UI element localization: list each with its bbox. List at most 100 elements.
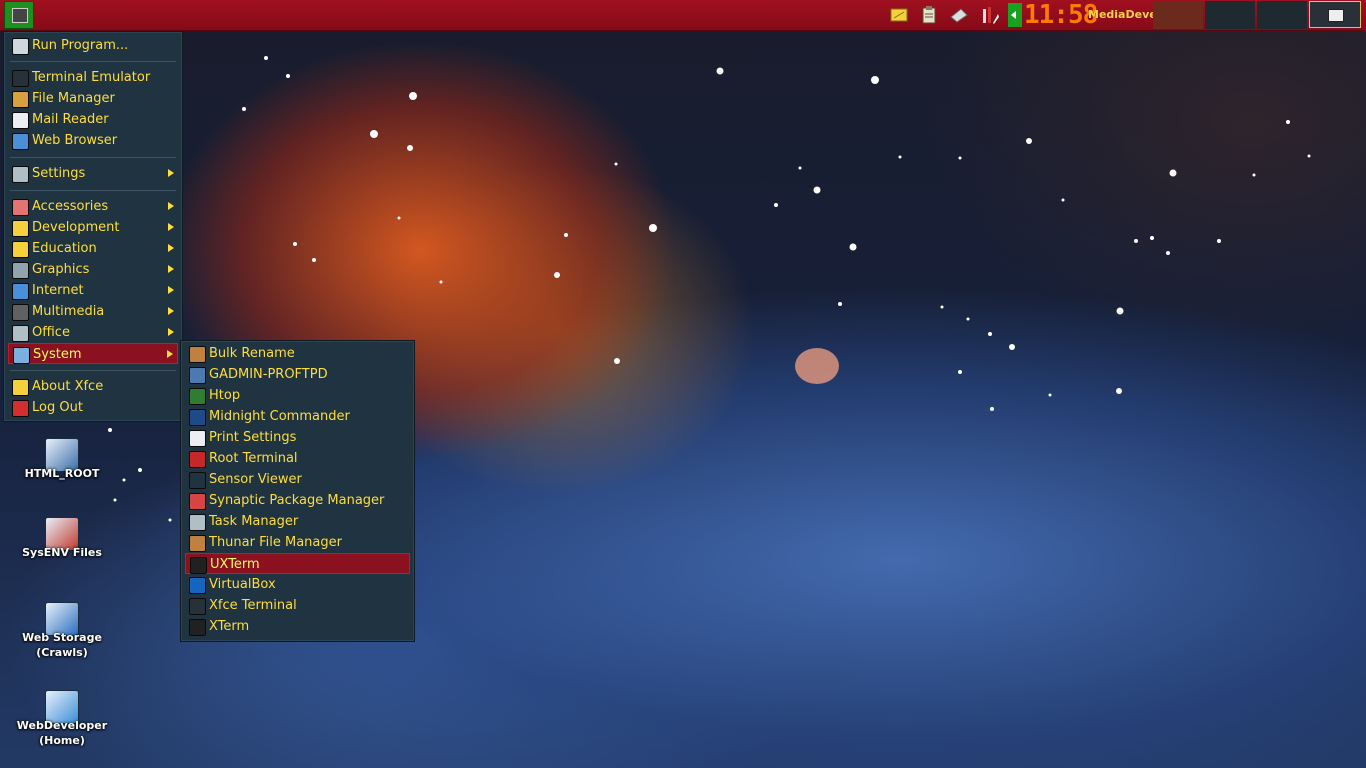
system-menu-item-label: Xfce Terminal: [209, 598, 297, 613]
system-menu-item-label: Htop: [209, 388, 241, 403]
tray-collapse-button[interactable]: [1008, 3, 1022, 27]
show-desktop-button[interactable]: [1309, 1, 1361, 28]
submenu-arrow-icon: [168, 328, 174, 336]
workspace-name[interactable]: MediaDevel: [1088, 0, 1160, 30]
main-menu-item-internet[interactable]: Internet: [8, 280, 178, 301]
submenu-arrow-icon: [168, 286, 174, 294]
main-menu-item-graphics[interactable]: Graphics: [8, 259, 178, 280]
submenu-arrow-icon: [168, 265, 174, 273]
system-menu-item-root-terminal[interactable]: Root Terminal: [185, 448, 410, 469]
multimedia-icon: [12, 304, 29, 321]
main-menu-item-file-manager[interactable]: File Manager: [8, 88, 178, 109]
accessories-icon: [12, 199, 29, 216]
about-icon: [12, 379, 29, 396]
graphics-icon: [12, 262, 29, 279]
main-menu-item-label: Settings: [32, 166, 86, 181]
menu-separator: [10, 190, 176, 191]
workspace-2[interactable]: [1205, 1, 1255, 29]
submenu-arrow-icon: [168, 169, 174, 177]
system-menu-item-task-manager[interactable]: Task Manager: [185, 511, 410, 532]
uxterm-icon: [190, 557, 207, 574]
main-menu-item-about-xfce[interactable]: About Xfce: [8, 376, 178, 397]
bulk-rename-icon: [189, 346, 206, 363]
main-menu-item-label: Education: [32, 241, 97, 256]
main-menu-item-label: Terminal Emulator: [32, 70, 151, 85]
clock[interactable]: 11:58: [1024, 0, 1098, 30]
system-menu-item-thunar-file-manager[interactable]: Thunar File Manager: [185, 532, 410, 553]
system-menu-item-label: VirtualBox: [209, 577, 276, 592]
clipboard-icon[interactable]: [919, 5, 939, 25]
system-menu-item-midnight-commander[interactable]: Midnight Commander: [185, 406, 410, 427]
gadmin-icon: [189, 367, 206, 384]
main-menu-item-label: Office: [32, 325, 70, 340]
globe-icon: [12, 133, 29, 150]
system-menu-item-label: Synaptic Package Manager: [209, 493, 385, 508]
tools-icon[interactable]: [980, 5, 1000, 25]
main-menu-item-development[interactable]: Development: [8, 217, 178, 238]
system-menu-item-print-settings[interactable]: Print Settings: [185, 427, 410, 448]
mc-icon: [189, 409, 206, 426]
main-menu-item-label: About Xfce: [32, 379, 104, 394]
submenu-arrow-icon: [168, 307, 174, 315]
run-icon: [12, 38, 29, 55]
workspace-3[interactable]: [1257, 1, 1307, 29]
main-menu-item-log-out[interactable]: Log Out: [8, 397, 178, 418]
system-menu-item-xfce-terminal[interactable]: Xfce Terminal: [185, 595, 410, 616]
main-menu-item-terminal-emulator[interactable]: Terminal Emulator: [8, 67, 178, 88]
xterm-icon: [189, 619, 206, 636]
main-menu-item-run-program[interactable]: Run Program...: [8, 35, 178, 56]
main-menu-item-label: Internet: [32, 283, 84, 298]
root-terminal-icon: [189, 451, 206, 468]
main-menu-item-system[interactable]: System: [8, 343, 178, 364]
system-menu-item-label: Sensor Viewer: [209, 472, 302, 487]
printer-icon: [189, 430, 206, 447]
system-menu-item-bulk-rename[interactable]: Bulk Rename: [185, 343, 410, 364]
submenu-arrow-icon: [167, 350, 173, 358]
system-menu-item-label: Bulk Rename: [209, 346, 295, 361]
main-menu-item-web-browser[interactable]: Web Browser: [8, 130, 178, 151]
system-menu-item-label: Print Settings: [209, 430, 297, 445]
submenu-arrow-icon: [168, 223, 174, 231]
mount-icon[interactable]: [949, 5, 969, 25]
xfce-terminal-icon: [189, 598, 206, 615]
main-menu-item-mail-reader[interactable]: Mail Reader: [8, 109, 178, 130]
system-menu-item-synaptic-package-manager[interactable]: Synaptic Package Manager: [185, 490, 410, 511]
system-menu-item-label: Thunar File Manager: [209, 535, 342, 550]
applications-menu: Run Program... Terminal Emulator File Mana…: [3, 31, 183, 422]
sensor-icon: [189, 472, 206, 489]
system-menu-item-htop[interactable]: Htop: [185, 385, 410, 406]
main-menu-item-label: System: [33, 347, 82, 362]
main-menu-item-office[interactable]: Office: [8, 322, 178, 343]
main-menu-item-label: Mail Reader: [32, 112, 109, 127]
system-menu-item-gadmin-proftpd[interactable]: GADMIN-PROFTPD: [185, 364, 410, 385]
main-menu-item-label: Multimedia: [32, 304, 105, 319]
system-menu-item-uxterm[interactable]: UXTerm: [185, 553, 410, 574]
system-menu-item-virtualbox[interactable]: VirtualBox: [185, 574, 410, 595]
applications-menu-button[interactable]: [4, 1, 34, 29]
system-submenu: Bulk Rename GADMIN-PROFTPD Htop Midnight Co…: [180, 340, 415, 642]
main-menu-item-label: Web Browser: [32, 133, 118, 148]
main-menu-item-label: Run Program...: [32, 38, 129, 53]
system-menu-item-xterm[interactable]: XTerm: [185, 616, 410, 637]
main-menu-item-education[interactable]: Education: [8, 238, 178, 259]
htop-icon: [189, 388, 206, 405]
desktop-icon: [1328, 9, 1344, 22]
desktop-icon-label: WebDeveloper (Home): [16, 719, 108, 747]
main-menu-item-settings[interactable]: Settings: [8, 163, 178, 184]
system-menu-item-label: XTerm: [209, 619, 250, 634]
system-menu-item-label: GADMIN-PROFTPD: [209, 367, 328, 382]
thunar-icon: [189, 535, 206, 552]
internet-icon: [12, 283, 29, 300]
logout-icon: [12, 400, 29, 417]
system-menu-item-label: Task Manager: [209, 514, 299, 529]
desktop-icon-label: SysENV Files: [22, 546, 102, 559]
settings-icon: [12, 166, 29, 183]
development-icon: [12, 220, 29, 237]
system-menu-item-sensor-viewer[interactable]: Sensor Viewer: [185, 469, 410, 490]
notes-icon[interactable]: [889, 5, 909, 25]
synaptic-icon: [189, 493, 206, 510]
submenu-arrow-icon: [168, 202, 174, 210]
workspace-1[interactable]: [1153, 1, 1203, 29]
main-menu-item-accessories[interactable]: Accessories: [8, 196, 178, 217]
main-menu-item-multimedia[interactable]: Multimedia: [8, 301, 178, 322]
